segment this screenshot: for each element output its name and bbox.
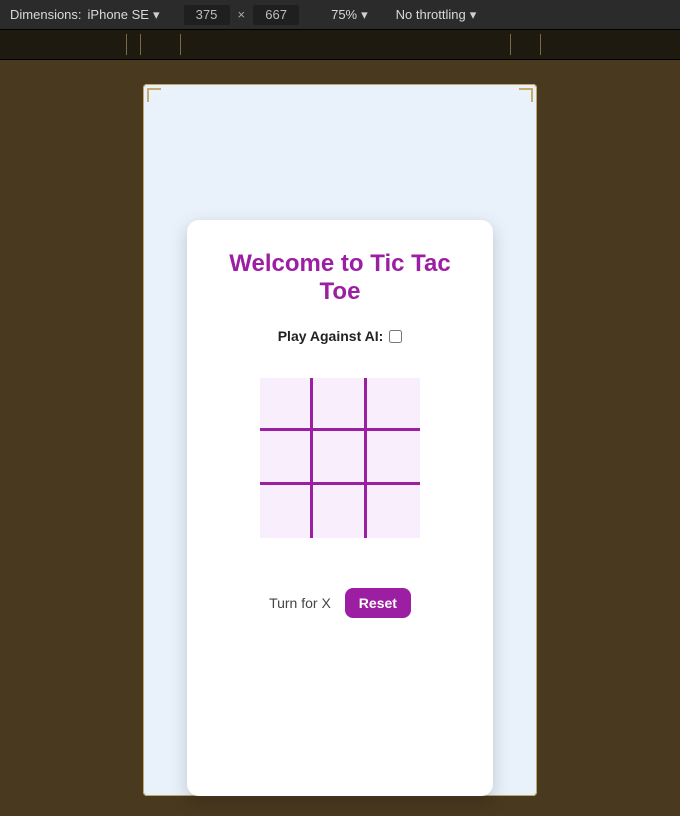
- dimensions-times: ×: [238, 7, 246, 22]
- zoom-select[interactable]: 75% ▾: [331, 7, 368, 23]
- board-cell[interactable]: [313, 378, 366, 431]
- board-cell[interactable]: [313, 485, 366, 538]
- device-toolbar: Dimensions: iPhone SE ▾ × 75% ▾ No throt…: [0, 0, 680, 30]
- device-name: iPhone SE: [88, 7, 149, 22]
- frame-corner-icon: [519, 88, 533, 102]
- chevron-down-icon: ▾: [470, 7, 477, 23]
- ai-checkbox[interactable]: [389, 330, 402, 343]
- throttling-select[interactable]: No throttling ▾: [396, 7, 477, 23]
- game-board: [260, 378, 420, 538]
- board-cell[interactable]: [260, 431, 313, 484]
- frame-corner-icon: [147, 88, 161, 102]
- dimensions-label: Dimensions:: [10, 7, 82, 22]
- turn-status: Turn for X: [269, 595, 331, 611]
- board-cell[interactable]: [367, 431, 420, 484]
- dimensions-inputs: ×: [184, 5, 300, 25]
- ai-label: Play Against AI:: [278, 328, 384, 344]
- game-footer: Turn for X Reset: [269, 588, 411, 618]
- throttling-value: No throttling: [396, 7, 466, 22]
- game-card: Welcome to Tic Tac Toe Play Against AI: …: [187, 220, 493, 796]
- chevron-down-icon: ▾: [153, 7, 160, 23]
- device-stage: Welcome to Tic Tac Toe Play Against AI: …: [0, 60, 680, 816]
- device-select[interactable]: iPhone SE ▾: [88, 7, 160, 23]
- board-cell[interactable]: [260, 378, 313, 431]
- page-title: Welcome to Tic Tac Toe: [209, 250, 471, 306]
- board-cell[interactable]: [367, 485, 420, 538]
- ruler: [0, 30, 680, 60]
- chevron-down-icon: ▾: [361, 7, 368, 23]
- board-cell[interactable]: [313, 431, 366, 484]
- zoom-value: 75%: [331, 7, 357, 22]
- width-input[interactable]: [184, 5, 230, 25]
- ai-toggle-row[interactable]: Play Against AI:: [278, 328, 403, 344]
- reset-button[interactable]: Reset: [345, 588, 411, 618]
- device-frame: Welcome to Tic Tac Toe Play Against AI: …: [143, 84, 537, 796]
- board-cell[interactable]: [367, 378, 420, 431]
- height-input[interactable]: [253, 5, 299, 25]
- board-cell[interactable]: [260, 485, 313, 538]
